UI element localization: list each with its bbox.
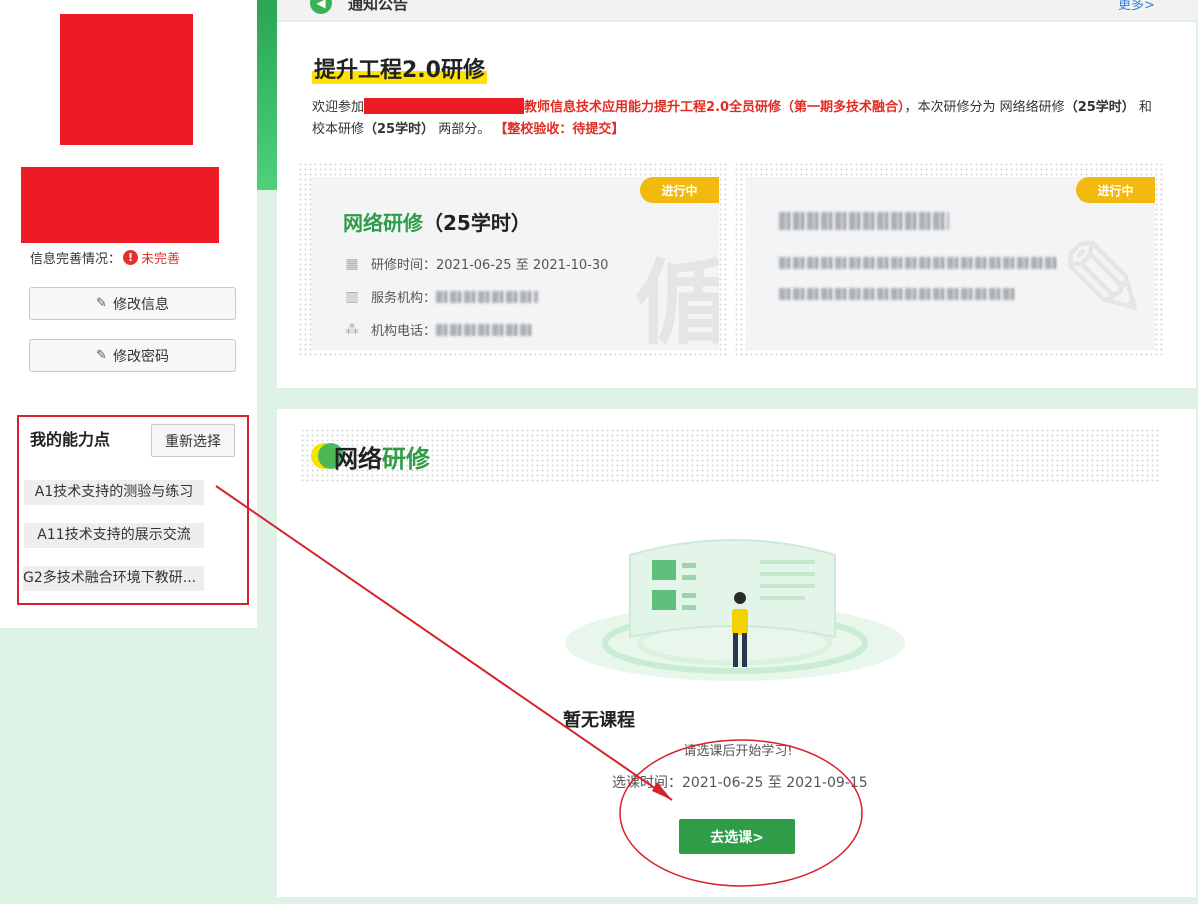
- online-phone-row: ⁂ 机构电话：: [343, 320, 533, 339]
- user-name-redacted: [21, 167, 219, 243]
- empty-state-title: 暂无课程: [563, 710, 635, 731]
- network-icon: ⁂: [345, 321, 359, 338]
- online-time-row: ▦ 研修时间： 2021-06-25 至 2021-10-30: [343, 254, 609, 274]
- online-status-badge: 进行中: [640, 177, 719, 203]
- ability-title: 我的能力点: [30, 430, 111, 449]
- online-org-label: 服务机构：: [371, 291, 437, 306]
- select-time-label: 选课时间：: [612, 775, 682, 791]
- desc-redacted: [364, 98, 525, 114]
- online-card-title-name: 网络研修: [343, 211, 423, 235]
- edit-info-label: 修改信息: [112, 296, 169, 313]
- section-title-green: 研修: [382, 445, 430, 473]
- school-card-title-blurred: [779, 212, 949, 230]
- desc-prefix: 欢迎参加: [312, 100, 365, 115]
- reselect-button[interactable]: 重新选择: [151, 424, 235, 457]
- desc-project-name: 教师信息技术应用能力提升工程2.0全员研修（第一期多技术融合）: [524, 100, 905, 115]
- online-time-label: 研修时间：: [371, 258, 437, 273]
- desc-online-hours: （25学时）: [1064, 100, 1135, 115]
- edit-info-button[interactable]: ✎ 修改信息: [29, 287, 236, 320]
- select-course-button[interactable]: 去选课>: [679, 819, 795, 854]
- empty-state-illustration: [565, 539, 905, 681]
- project-title: 提升工程2.0研修: [312, 52, 487, 84]
- info-completion-label: 信息完善情况：: [30, 252, 122, 267]
- ability-tag-g2[interactable]: G2多技术融合环境下教研...: [23, 566, 204, 591]
- select-time-row: 选课时间：2021-06-25 至 2021-09-15: [612, 772, 868, 792]
- desc-acceptance-status: 【整校验收：待提交】: [494, 122, 625, 137]
- pencil-watermark-icon: ✎: [1058, 217, 1151, 345]
- info-completion-value: 未完善: [141, 252, 181, 267]
- org-name-blurred: [436, 290, 539, 303]
- empty-state-subtitle: 请选课后开始学习!: [683, 744, 793, 759]
- ability-tag-a1[interactable]: A1技术支持的测验与练习: [24, 480, 204, 505]
- online-org-row: ▥ 服务机构：: [343, 287, 539, 306]
- desc-school-hours: （25学时）: [364, 122, 435, 137]
- pencil-icon: ✎: [96, 296, 107, 311]
- decorative-green-strip: [257, 0, 277, 190]
- phone-blurred: [436, 323, 533, 336]
- notice-more-link[interactable]: 更多>: [1118, 0, 1155, 13]
- notice-title: 通知公告: [348, 0, 409, 13]
- online-card-title-hours: （25学时）: [423, 211, 531, 235]
- section-title-black: 网络: [334, 445, 382, 473]
- book-watermark-icon: 偱: [636, 250, 719, 350]
- school-card-line2-blurred: [779, 288, 1015, 300]
- info-completion-status: 信息完善情况： ! 未完善: [30, 248, 180, 267]
- school-card-line1-blurred: [779, 257, 1057, 269]
- online-time-value: 2021-06-25 至 2021-10-30: [436, 258, 609, 273]
- pencil-icon: ✎: [96, 348, 107, 363]
- avatar-redacted: [60, 14, 193, 145]
- calendar-icon: ▦: [345, 255, 359, 272]
- edit-password-button[interactable]: ✎ 修改密码: [29, 339, 236, 372]
- course-section-title: 网络研修: [334, 439, 430, 474]
- desc-tail: 两部分。: [434, 122, 491, 137]
- ability-tag-a11[interactable]: A11技术支持的展示交流: [24, 523, 204, 548]
- select-time-value: 2021-06-25 至 2021-09-15: [682, 775, 868, 791]
- desc-mid: ，本次研修分为 网络络研修: [904, 100, 1065, 115]
- warning-icon: !: [123, 250, 139, 265]
- notice-bar: [277, 0, 1198, 20]
- online-phone-label: 机构电话：: [371, 324, 437, 339]
- school-status-badge: 进行中: [1076, 177, 1155, 203]
- project-description: 欢迎参加 教师信息技术应用能力提升工程2.0全员研修（第一期多技术融合），本次研修…: [312, 97, 1162, 141]
- online-card-title: 网络研修（25学时）: [343, 207, 531, 236]
- edit-password-label: 修改密码: [112, 348, 169, 365]
- building-icon: ▥: [345, 288, 359, 305]
